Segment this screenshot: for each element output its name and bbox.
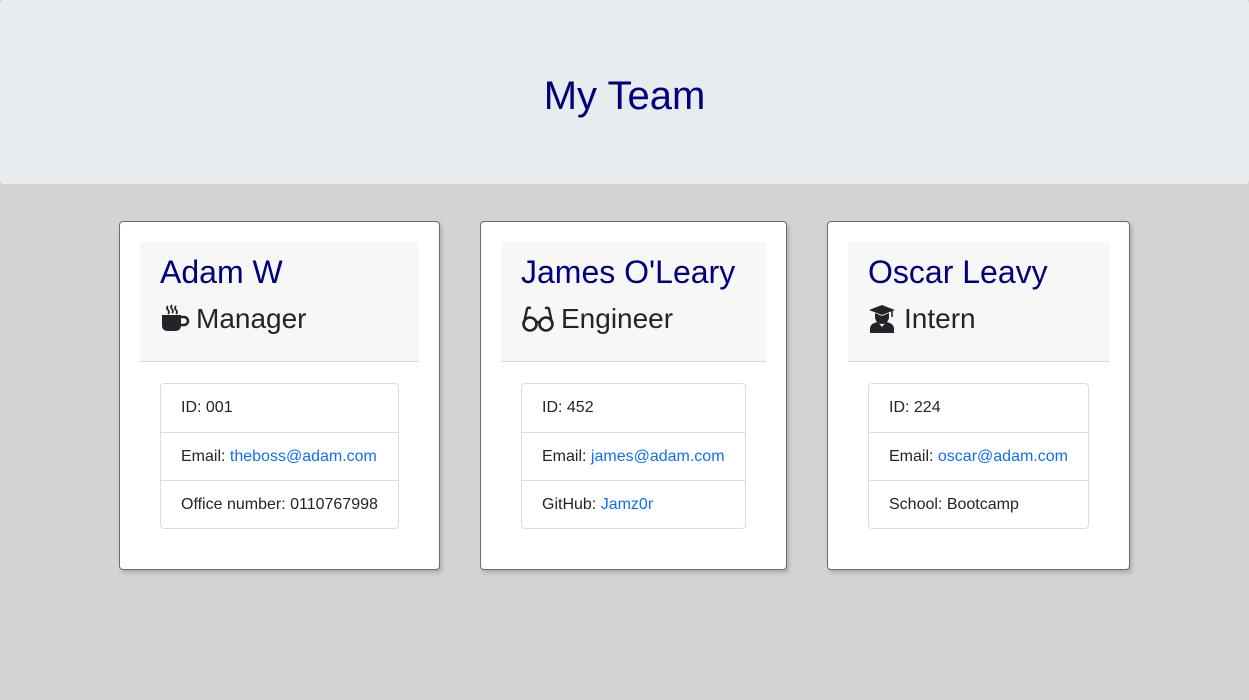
- email-link[interactable]: oscar@adam.com: [938, 448, 1068, 466]
- id-label: ID:: [889, 399, 910, 416]
- employee-role: Manager: [160, 303, 307, 335]
- employee-role: Engineer: [521, 303, 673, 335]
- card-header: James O'Leary Engineer: [501, 242, 766, 362]
- list-item-email: Email: theboss@adam.com: [161, 432, 398, 480]
- id-label: ID:: [181, 399, 202, 416]
- page-title: My Team: [543, 74, 706, 118]
- employee-details-list: ID: 452 Email: james@adam.com GitHub: Ja…: [521, 383, 746, 529]
- list-item-id: ID: 452: [522, 384, 745, 432]
- list-item-id: ID: 001: [161, 384, 398, 432]
- graduate-icon: [868, 303, 900, 335]
- list-item-email: Email: oscar@adam.com: [869, 432, 1088, 480]
- employee-card-intern: Oscar Leavy Intern ID: 224 Email: oscar@…: [827, 221, 1130, 570]
- list-item-office-number: Office number: 0110767998: [161, 480, 398, 528]
- list-item-github: GitHub: Jamz0r: [522, 480, 745, 528]
- id-value: 224: [913, 399, 941, 416]
- github-label: GitHub:: [542, 495, 597, 513]
- employee-details-list: ID: 224 Email: oscar@adam.com School: Bo…: [868, 383, 1089, 529]
- role-label: Manager: [196, 302, 307, 334]
- list-item-school: School: Bootcamp: [869, 480, 1088, 528]
- list-item-email: Email: james@adam.com: [522, 432, 745, 480]
- role-label: Intern: [904, 302, 976, 334]
- id-value: 452: [566, 399, 594, 416]
- employee-details-list: ID: 001 Email: theboss@adam.com Office n…: [160, 383, 399, 529]
- id-label: ID:: [542, 399, 563, 416]
- email-link[interactable]: james@adam.com: [591, 448, 725, 466]
- employee-role: Intern: [868, 303, 976, 335]
- card-header: Adam W Manager: [140, 242, 419, 362]
- employee-card-manager: Adam W Manager ID: 001 Email: theboss@ad…: [119, 221, 440, 570]
- email-link[interactable]: theboss@adam.com: [230, 448, 377, 466]
- office-number-value: 0110767998: [290, 495, 378, 513]
- list-item-id: ID: 224: [869, 384, 1088, 432]
- coffee-icon: [160, 303, 192, 335]
- employee-name: James O'Leary: [521, 254, 736, 290]
- card-header: Oscar Leavy Intern: [848, 242, 1109, 362]
- employee-name: Oscar Leavy: [868, 254, 1048, 290]
- school-label: School:: [889, 495, 943, 513]
- email-label: Email:: [889, 447, 934, 465]
- employee-name: Adam W: [160, 254, 283, 290]
- page-header: My Team: [0, 0, 1249, 184]
- office-number-label: Office number:: [181, 495, 286, 513]
- github-link[interactable]: Jamz0r: [601, 496, 653, 514]
- school-value: Bootcamp: [946, 495, 1019, 513]
- glasses-icon: [521, 303, 557, 335]
- id-value: 001: [205, 399, 233, 416]
- email-label: Email:: [181, 447, 226, 465]
- employee-card-engineer: James O'Leary Engineer ID: 452 Email: ja…: [480, 221, 787, 570]
- role-label: Engineer: [561, 302, 674, 334]
- email-label: Email:: [542, 447, 587, 465]
